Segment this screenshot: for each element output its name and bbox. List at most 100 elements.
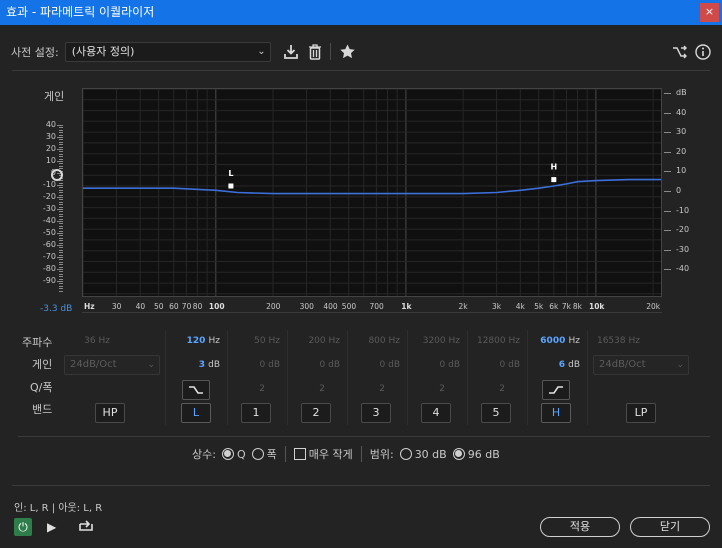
frequency-tick-label: 7k <box>561 302 572 311</box>
b2-q[interactable]: 2 <box>292 384 325 394</box>
b4-gain[interactable]: 0 dB <box>412 360 461 370</box>
b3-gain[interactable]: 0 dB <box>352 360 401 370</box>
power-icon[interactable]: ⏻ <box>14 518 32 536</box>
ultra-quiet-checkbox[interactable] <box>293 448 306 460</box>
b2-gain[interactable]: 0 dB <box>292 360 341 370</box>
left-axis-tick-mark <box>59 134 63 136</box>
high-shelf-icon <box>549 386 563 394</box>
low-shelf-button[interactable] <box>182 380 210 400</box>
left-axis-tick-label: -60 <box>42 240 56 249</box>
b1-freq[interactable]: 50 Hz <box>232 336 280 346</box>
left-axis-tick-label: 30 <box>45 132 56 141</box>
play-icon[interactable]: ▶ <box>47 520 56 534</box>
left-axis-tick-mark <box>57 221 63 222</box>
h-band-button[interactable]: H <box>541 403 571 423</box>
close-button[interactable]: 닫기 <box>630 517 710 537</box>
lp-freq[interactable]: 16538 Hz <box>590 336 640 346</box>
frequency-tick-label: 50 <box>154 302 164 311</box>
h-gain[interactable]: 6 dB <box>530 360 580 370</box>
frequency-tick-label: 4k <box>515 302 525 311</box>
lp-band-button[interactable]: LP <box>626 403 656 423</box>
left-axis-tick-label: 40 <box>45 120 56 129</box>
close-icon[interactable]: × <box>700 3 719 22</box>
h-freq[interactable]: 6000 Hz <box>530 336 580 346</box>
band-4-button[interactable]: 4 <box>421 403 451 423</box>
band-2-button[interactable]: 2 <box>301 403 331 423</box>
hp-freq[interactable]: 36 Hz <box>65 336 110 346</box>
right-axis-tick-label: 10 <box>676 166 687 176</box>
left-axis-tick-mark <box>59 273 63 275</box>
l-gain[interactable]: 3 dB <box>170 360 220 370</box>
b5-q[interactable]: 2 <box>472 384 505 394</box>
frequency-tick-label: 100 <box>208 302 225 311</box>
left-axis-tick-mark <box>59 182 63 184</box>
b3-freq[interactable]: 800 Hz <box>352 336 400 346</box>
divider <box>18 436 710 437</box>
q-radio[interactable] <box>221 448 234 460</box>
left-axis-tick-label: -50 <box>42 228 56 237</box>
left-axis-tick-mark <box>57 245 63 246</box>
left-axis-tick-mark <box>57 185 63 186</box>
ultra-quiet-label: 매우 작게 <box>308 448 353 461</box>
apply-button[interactable]: 적용 <box>540 517 620 537</box>
left-axis-tick-mark <box>59 259 63 261</box>
left-axis-tick-mark <box>59 247 63 249</box>
left-axis-tick-mark <box>57 233 63 234</box>
right-axis-tick-mark <box>664 151 671 153</box>
left-axis-tick-mark <box>59 204 63 206</box>
left-axis-tick-mark <box>59 278 63 280</box>
left-axis-tick-mark <box>59 225 63 227</box>
save-preset-icon[interactable] <box>283 44 299 63</box>
left-axis-tick-mark <box>59 283 63 285</box>
preset-dropdown[interactable]: (사용자 정의) ⌄ <box>64 42 271 62</box>
left-axis-tick-mark <box>59 285 63 287</box>
master-gain-knob[interactable] <box>51 169 63 181</box>
frequency-tick-label: 400 <box>323 302 338 311</box>
left-axis-tick-mark <box>59 129 63 131</box>
range-96db-radio[interactable] <box>452 448 465 460</box>
q-row-label: Q/폭 <box>30 381 53 394</box>
eq-graph[interactable]: LH <box>82 88 662 297</box>
l-freq[interactable]: 120 Hz <box>170 336 220 346</box>
b4-freq[interactable]: 3200 Hz <box>412 336 460 346</box>
high-shelf-button[interactable] <box>542 380 570 400</box>
b4-q[interactable]: 2 <box>412 384 445 394</box>
right-axis-tick-label: -10 <box>676 205 690 215</box>
left-axis-tick-mark <box>59 187 63 189</box>
info-icon[interactable] <box>695 44 711 63</box>
range-30db-radio[interactable] <box>399 448 412 460</box>
right-axis-tick-mark <box>664 210 671 212</box>
lp-slope-dropdown[interactable]: 24dB/Oct ⌄ <box>593 355 689 375</box>
left-axis-tick-mark <box>59 211 63 213</box>
frequency-tick-label: 700 <box>369 302 384 311</box>
band-5-button[interactable]: 5 <box>481 403 511 423</box>
chevron-down-icon: ⌄ <box>257 46 266 57</box>
b3-q[interactable]: 2 <box>352 384 385 394</box>
frequency-tick-label: 200 <box>266 302 281 311</box>
q-radio-label: Q <box>236 447 246 461</box>
trash-icon[interactable] <box>308 44 322 63</box>
left-axis-tick-mark <box>59 144 63 146</box>
loop-icon[interactable] <box>78 518 94 536</box>
left-axis-tick-mark <box>59 158 63 160</box>
favorite-star-icon[interactable] <box>340 44 355 62</box>
band-1-button[interactable]: 1 <box>241 403 271 423</box>
b5-freq[interactable]: 12800 Hz <box>468 336 520 346</box>
master-gain-value[interactable]: -3.3 dB <box>40 304 72 314</box>
b5-gain[interactable]: 0 dB <box>468 360 521 370</box>
hp-band-button[interactable]: HP <box>95 403 125 423</box>
routing-icon[interactable] <box>672 45 688 62</box>
left-axis-tick-mark <box>59 213 63 215</box>
b1-q[interactable]: 2 <box>232 384 265 394</box>
left-axis-tick-mark <box>59 165 63 167</box>
right-axis-tick-mark <box>664 249 671 251</box>
width-radio[interactable] <box>251 448 264 460</box>
divider <box>12 70 710 71</box>
hp-slope-dropdown[interactable]: 24dB/Oct ⌄ <box>64 355 160 375</box>
right-axis-tick-mark <box>664 191 671 192</box>
l-band-button[interactable]: L <box>181 403 211 423</box>
band-3-button[interactable]: 3 <box>361 403 391 423</box>
b2-freq[interactable]: 200 Hz <box>292 336 340 346</box>
b1-gain[interactable]: 0 dB <box>232 360 281 370</box>
frequency-tick-label: 40 <box>135 302 146 311</box>
